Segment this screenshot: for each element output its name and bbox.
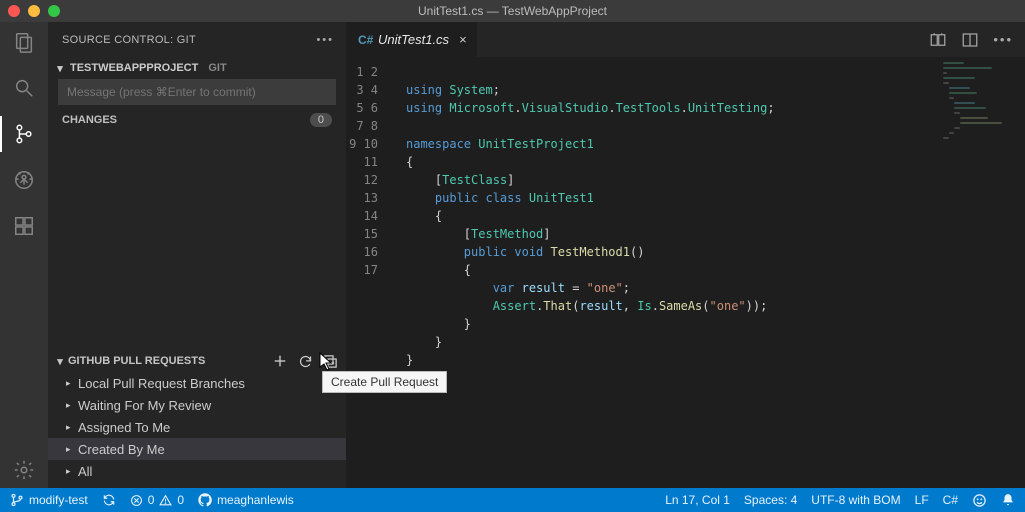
tab-filename: UnitTest1.cs — [378, 32, 449, 47]
fullscreen-window-button[interactable] — [48, 5, 60, 17]
window-title: UnitTest1.cs — TestWebAppProject — [418, 4, 607, 18]
warning-count: 0 — [177, 493, 184, 507]
chevron-right-icon: ▸ — [66, 378, 74, 389]
sidebar-title: SOURCE CONTROL: GIT — [62, 34, 196, 46]
debug-icon[interactable] — [12, 168, 36, 192]
commit-message-input[interactable] — [58, 79, 336, 105]
titlebar: UnitTest1.cs — TestWebAppProject — [0, 0, 1025, 22]
status-bar: modify-test 0 0 meaghanlewis Ln 17, Col … — [0, 488, 1025, 512]
pr-tree-item[interactable]: ▸ All — [48, 460, 346, 482]
more-actions-icon[interactable]: ••• — [993, 32, 1013, 47]
chevron-right-icon: ▸ — [66, 444, 74, 455]
pr-tree-item[interactable]: ▸ Local Pull Request Branches — [48, 372, 346, 394]
sync-status[interactable] — [102, 493, 116, 507]
chevron-down-icon: ▾ — [56, 355, 64, 368]
tab-bar: C# UnitTest1.cs × ••• — [346, 22, 1025, 57]
minimize-window-button[interactable] — [28, 5, 40, 17]
tooltip-text: Create Pull Request — [331, 375, 438, 389]
github-username: meaghanlewis — [217, 493, 294, 507]
chevron-right-icon: ▸ — [66, 466, 74, 477]
pr-tree-item-label: Local Pull Request Branches — [78, 376, 245, 391]
minimap[interactable] — [943, 62, 1013, 172]
pr-tree-item-label: Created By Me — [78, 442, 165, 457]
explorer-icon[interactable] — [12, 30, 36, 54]
pr-tree-item[interactable]: ▸ Assigned To Me — [48, 416, 346, 438]
tab-unittest1[interactable]: C# UnitTest1.cs × — [346, 22, 478, 57]
pr-tree-item-label: All — [78, 464, 92, 479]
problems-status[interactable]: 0 0 — [130, 493, 184, 507]
error-count: 0 — [148, 493, 155, 507]
editor-area: C# UnitTest1.cs × ••• 1 2 3 4 5 6 7 8 9 … — [346, 22, 1025, 488]
close-window-button[interactable] — [8, 5, 20, 17]
chevron-right-icon: ▸ — [66, 400, 74, 411]
pr-panel-title: GITHUB PULL REQUESTS — [68, 355, 205, 367]
chevron-down-icon: ▾ — [56, 62, 64, 75]
pr-tree-item[interactable]: ▸ Created By Me — [48, 438, 346, 460]
compare-changes-icon[interactable] — [929, 31, 947, 49]
repo-name: TESTWEBAPPPROJECT — [70, 62, 198, 74]
sidebar: SOURCE CONTROL: GIT ••• ▾ TESTWEBAPPPROJ… — [48, 22, 346, 488]
split-editor-icon[interactable] — [961, 31, 979, 49]
repo-panel-header[interactable]: ▾ TESTWEBAPPPROJECT GIT — [48, 57, 346, 79]
git-branch-status[interactable]: modify-test — [10, 493, 88, 507]
changes-count-badge: 0 — [310, 113, 332, 127]
eol-status[interactable]: LF — [915, 493, 929, 507]
sidebar-header: SOURCE CONTROL: GIT ••• — [48, 22, 346, 57]
feedback-smiley-icon[interactable] — [972, 493, 987, 508]
source-control-icon[interactable] — [12, 122, 36, 146]
code-content[interactable]: using System; using Microsoft.VisualStud… — [394, 57, 1025, 488]
pr-tree-item[interactable]: ▸ Waiting For My Review — [48, 394, 346, 416]
language-mode-status[interactable]: C# — [943, 493, 958, 507]
encoding-status[interactable]: UTF-8 with BOM — [811, 493, 900, 507]
activity-bar — [0, 22, 48, 488]
close-tab-icon[interactable]: × — [455, 32, 467, 47]
refresh-icon[interactable] — [298, 354, 313, 369]
chevron-right-icon: ▸ — [66, 422, 74, 433]
tooltip: Create Pull Request — [322, 371, 447, 393]
indentation-status[interactable]: Spaces: 4 — [744, 493, 797, 507]
changes-label: CHANGES — [62, 114, 117, 126]
github-pr-panel-header[interactable]: ▾ GITHUB PULL REQUESTS — [48, 350, 346, 372]
csharp-file-icon: C# — [358, 33, 372, 47]
search-icon[interactable] — [12, 76, 36, 100]
collapse-all-icon[interactable] — [323, 354, 338, 369]
repo-provider: GIT — [208, 62, 226, 74]
settings-gear-icon[interactable] — [12, 458, 36, 482]
pr-list: ▸ Local Pull Request Branches ▸ Waiting For… — [48, 372, 346, 488]
pr-tree-item-label: Assigned To Me — [78, 420, 170, 435]
pr-tree-item-label: Waiting For My Review — [78, 398, 211, 413]
branch-name: modify-test — [29, 493, 88, 507]
more-icon[interactable]: ••• — [316, 34, 334, 46]
create-pull-request-icon[interactable] — [272, 353, 288, 369]
extensions-icon[interactable] — [12, 214, 36, 238]
notifications-bell-icon[interactable] — [1001, 493, 1015, 507]
cursor-position-status[interactable]: Ln 17, Col 1 — [665, 493, 730, 507]
window-controls — [8, 5, 60, 17]
github-user-status[interactable]: meaghanlewis — [198, 493, 294, 507]
line-number-gutter: 1 2 3 4 5 6 7 8 9 10 11 12 13 14 15 16 1… — [346, 57, 394, 488]
